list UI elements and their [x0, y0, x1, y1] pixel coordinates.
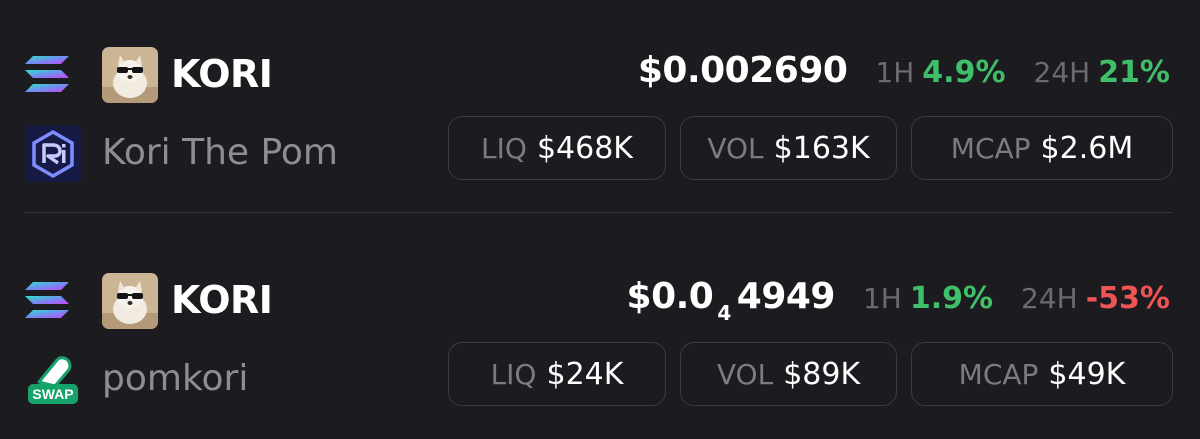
market-cap-value: $2.6M — [1040, 130, 1134, 166]
solana-icon — [25, 56, 69, 92]
volume-label: VOL — [707, 131, 764, 165]
token-avatar — [102, 47, 158, 103]
change-1h-value: 4.9% — [922, 55, 1006, 90]
volume-label: VOL — [716, 357, 774, 391]
market-cap-stat[interactable]: MCAP $49K — [911, 342, 1173, 406]
price-zero-count: 4 — [717, 301, 731, 325]
price-row: $0.002690 1H 4.9% 24H 21% — [638, 50, 1170, 98]
divider — [25, 212, 1172, 213]
token-symbol: KORI — [171, 278, 273, 322]
volume-stat[interactable]: VOL $89K — [680, 342, 897, 406]
change-1h-label: 1H — [875, 56, 915, 89]
liquidity-value: $468K — [536, 130, 633, 166]
change-24h-label: 24H — [1033, 56, 1091, 89]
dog-avatar-icon — [102, 47, 158, 103]
liquidity-stat[interactable]: LIQ $24K — [448, 342, 666, 406]
swap-icon-label: SWAP — [32, 386, 73, 402]
solana-icon — [25, 282, 69, 318]
market-cap-stat[interactable]: MCAP $2.6M — [911, 116, 1173, 180]
change-24h-value: -53% — [1085, 281, 1170, 316]
token-name: pomkori — [102, 358, 249, 399]
volume-value: $89K — [783, 356, 861, 392]
change-1h-value: 1.9% — [909, 281, 994, 316]
change-1h-label: 1H — [862, 282, 902, 315]
liquidity-value: $24K — [546, 356, 624, 392]
token-price: $0.0 4 4949 — [626, 276, 836, 325]
market-cap-label: MCAP — [950, 131, 1031, 165]
liquidity-label: LIQ — [490, 357, 537, 391]
token-row[interactable]: KORI SWAP pomkori $0.0 4 4949 1H 1.9% 24H … — [0, 226, 1200, 426]
price-row: $0.0 4 4949 1H 1.9% 24H -53% — [626, 276, 1170, 325]
token-symbol: KORI — [171, 52, 273, 96]
change-24h-value: 21% — [1098, 55, 1170, 90]
market-cap-value: $49K — [1048, 356, 1126, 392]
liquidity-stat[interactable]: LIQ $468K — [448, 116, 666, 180]
token-name: Kori The Pom — [102, 132, 339, 173]
token-row[interactable]: KORI Kori The Pom $0.002690 1H 4.9% 24H … — [0, 0, 1200, 200]
token-price: $0.002690 — [637, 50, 848, 91]
volume-value: $163K — [773, 130, 870, 166]
volume-stat[interactable]: VOL $163K — [680, 116, 897, 180]
market-cap-label: MCAP — [958, 357, 1039, 391]
token-avatar — [102, 273, 158, 329]
dog-avatar-icon — [102, 273, 158, 329]
raydium-icon — [25, 126, 81, 182]
change-24h-label: 24H — [1021, 282, 1078, 315]
swap-icon: SWAP — [28, 356, 78, 404]
liquidity-label: LIQ — [481, 131, 527, 165]
